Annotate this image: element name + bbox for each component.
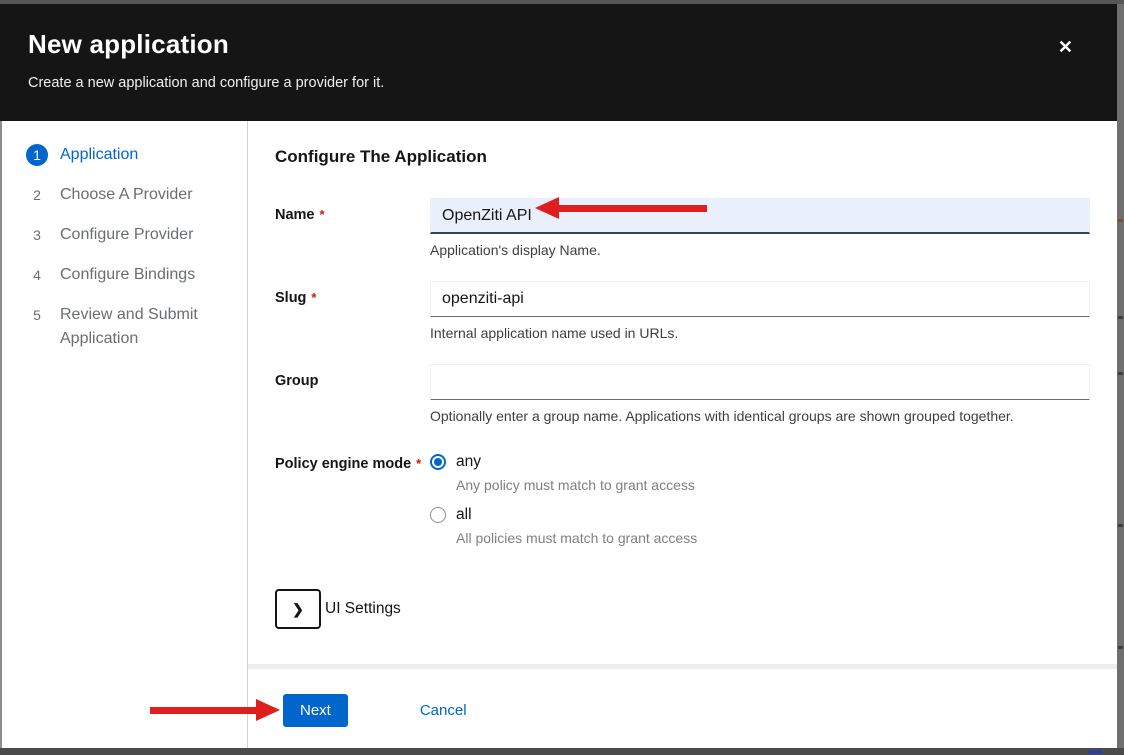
radio-all[interactable] bbox=[430, 507, 446, 523]
step-number: 3 bbox=[26, 224, 48, 246]
ui-settings-label: UI Settings bbox=[325, 600, 401, 618]
wizard-step-choose-provider[interactable]: 2 Choose A Provider bbox=[0, 175, 247, 215]
step-label: Configure Provider bbox=[60, 223, 193, 247]
backdrop-text-fragment bbox=[1088, 750, 1102, 754]
backdrop-right-strip bbox=[1117, 4, 1124, 755]
wizard-content: Configure The Application Name* Applicat… bbox=[248, 121, 1117, 664]
form-row-slug: Slug* Internal application name used in … bbox=[275, 281, 1090, 341]
close-icon[interactable]: ✕ bbox=[1054, 34, 1077, 60]
step-number: 5 bbox=[26, 304, 48, 326]
wizard-step-configure-provider[interactable]: 3 Configure Provider bbox=[0, 215, 247, 255]
new-application-modal: New application Create a new application… bbox=[0, 4, 1117, 748]
wizard-main: Configure The Application Name* Applicat… bbox=[248, 121, 1117, 748]
ui-settings-expand-button[interactable]: ❯ bbox=[275, 589, 321, 629]
group-field-helper: Optionally enter a group name. Applicati… bbox=[430, 408, 1090, 424]
step-label: Choose A Provider bbox=[60, 183, 193, 207]
form-row-policy-engine-mode: Policy engine mode* any Any policy must … bbox=[275, 447, 1090, 559]
radio-any-label[interactable]: any bbox=[456, 453, 481, 471]
form-row-name: Name* Application's display Name. bbox=[275, 198, 1090, 258]
backdrop-top-strip bbox=[0, 0, 1124, 4]
step-number: 1 bbox=[26, 144, 48, 166]
slug-field-label: Slug* bbox=[275, 281, 430, 341]
slug-field-helper: Internal application name used in URLs. bbox=[430, 325, 1090, 341]
chevron-right-icon: ❯ bbox=[292, 601, 304, 618]
radio-all-helper: All policies must match to grant access bbox=[456, 530, 1090, 546]
name-field-label: Name* bbox=[275, 198, 430, 258]
wizard-step-review-submit[interactable]: 5 Review and Submit Application bbox=[0, 295, 247, 359]
name-field-helper: Application's display Name. bbox=[430, 242, 1090, 258]
cancel-button[interactable]: Cancel bbox=[420, 694, 467, 719]
radio-any-helper: Any policy must match to grant access bbox=[456, 477, 1090, 493]
radio-all-label[interactable]: all bbox=[456, 506, 472, 524]
step-label: Application bbox=[60, 143, 138, 167]
wizard-step-application[interactable]: 1 Application bbox=[0, 135, 247, 175]
modal-body: 1 Application 2 Choose A Provider 3 Conf… bbox=[0, 121, 1117, 748]
step-label: Review and Submit Application bbox=[60, 303, 233, 351]
step-number: 4 bbox=[26, 264, 48, 286]
modal-subtitle: Create a new application and configure a… bbox=[28, 75, 1057, 91]
page-title: Configure The Application bbox=[275, 146, 1090, 168]
wizard-step-configure-bindings[interactable]: 4 Configure Bindings bbox=[0, 255, 247, 295]
name-field[interactable] bbox=[430, 198, 1090, 234]
required-asterisk: * bbox=[416, 456, 421, 471]
slug-field[interactable] bbox=[430, 281, 1090, 317]
group-field-label: Group bbox=[275, 364, 430, 424]
form-row-group: Group Optionally enter a group name. App… bbox=[275, 364, 1090, 424]
radio-any[interactable] bbox=[430, 454, 446, 470]
required-asterisk: * bbox=[320, 207, 325, 222]
required-asterisk: * bbox=[311, 290, 316, 305]
step-label: Configure Bindings bbox=[60, 263, 195, 287]
policy-engine-mode-label: Policy engine mode* bbox=[275, 447, 430, 559]
wizard-footer: Next Cancel bbox=[248, 669, 1117, 748]
wizard-step-nav: 1 Application 2 Choose A Provider 3 Conf… bbox=[0, 121, 248, 748]
policy-mode-option-all: all All policies must match to grant acc… bbox=[430, 506, 1090, 546]
next-button[interactable]: Next bbox=[283, 694, 348, 727]
modal-header: New application Create a new application… bbox=[0, 4, 1117, 121]
backdrop-bottom-strip bbox=[0, 748, 1124, 755]
policy-mode-option-any: any Any policy must match to grant acces… bbox=[430, 453, 1090, 493]
group-field[interactable] bbox=[430, 364, 1090, 400]
step-number: 2 bbox=[26, 184, 48, 206]
modal-title: New application bbox=[28, 29, 1057, 60]
ui-settings-section: ❯ UI Settings bbox=[275, 589, 1090, 629]
screen: New application Create a new application… bbox=[0, 0, 1124, 755]
backdrop-left-strip bbox=[0, 121, 2, 748]
